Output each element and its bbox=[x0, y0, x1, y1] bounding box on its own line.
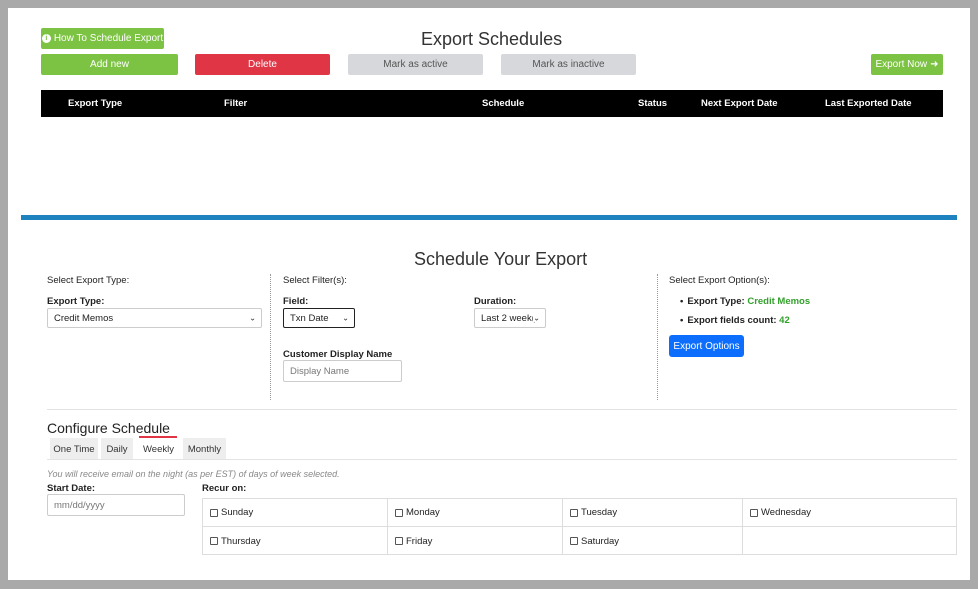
option-fields-count-label: Export fields count: bbox=[687, 315, 777, 326]
tabs-baseline bbox=[47, 459, 957, 460]
checkbox-icon[interactable] bbox=[395, 537, 403, 545]
how-to-schedule-label: How To Schedule Export bbox=[53, 33, 164, 44]
page-title: Export Schedules bbox=[421, 29, 563, 49]
customer-placeholder: Display Name bbox=[290, 365, 350, 377]
checkbox-icon[interactable] bbox=[570, 537, 578, 545]
configure-divider bbox=[47, 409, 957, 410]
tab-one-time[interactable]: One Time bbox=[50, 438, 98, 460]
day-tuesday[interactable]: Tuesday bbox=[563, 499, 743, 527]
col-filter[interactable]: Filter bbox=[224, 98, 247, 109]
schedule-note: You will receive email on the night (as … bbox=[47, 469, 340, 479]
day-wednesday[interactable]: Wednesday bbox=[743, 499, 956, 527]
option-export-type: • Export Type: Credit Memos bbox=[680, 296, 811, 307]
filters-section-label: Select Filter(s): bbox=[283, 275, 347, 286]
day-monday[interactable]: Monday bbox=[388, 499, 563, 527]
export-type-select[interactable]: Credit Memos ⌄ bbox=[47, 308, 262, 328]
options-section-label: Select Export Option(s): bbox=[669, 275, 770, 286]
duration-label: Duration: bbox=[474, 296, 517, 307]
recur-on-label: Recur on: bbox=[202, 483, 247, 494]
export-type-section-label: Select Export Type: bbox=[47, 275, 130, 286]
field-value: Txn Date bbox=[290, 312, 329, 324]
customer-display-name-label: Customer Display Name bbox=[283, 349, 393, 360]
day-sunday[interactable]: Sunday bbox=[203, 499, 388, 527]
delete-button[interactable]: Delete bbox=[195, 54, 330, 75]
checkbox-icon[interactable] bbox=[750, 508, 758, 517]
add-new-button[interactable]: Add new bbox=[41, 54, 178, 75]
option-fields-count-value: 42 bbox=[779, 315, 790, 326]
chevron-down-icon: ⌄ bbox=[249, 313, 256, 323]
tab-weekly-underline bbox=[139, 436, 177, 438]
col-status[interactable]: Status bbox=[638, 98, 667, 109]
filter-divider-right bbox=[657, 274, 658, 400]
checkbox-icon[interactable] bbox=[210, 537, 218, 545]
option-export-type-label: Export Type: bbox=[687, 296, 745, 307]
main-panel: i How To Schedule Export Export Schedule… bbox=[8, 8, 970, 580]
mark-inactive-button[interactable]: Mark as inactive bbox=[501, 54, 636, 75]
checkbox-icon[interactable] bbox=[395, 508, 403, 517]
export-type-value: Credit Memos bbox=[54, 312, 114, 324]
tab-monthly[interactable]: Monthly bbox=[183, 438, 226, 460]
duration-value: Last 2 week(s bbox=[481, 312, 540, 324]
export-options-button[interactable]: Export Options bbox=[669, 335, 744, 357]
day-saturday[interactable]: Saturday bbox=[563, 527, 743, 555]
configure-title: Configure Schedule bbox=[47, 420, 170, 436]
export-now-button[interactable]: Export Now ➜ bbox=[871, 54, 943, 75]
duration-select[interactable]: Last 2 week(s ⌄ bbox=[474, 308, 546, 328]
how-to-schedule-button[interactable]: i How To Schedule Export bbox=[41, 28, 164, 49]
day-empty-cell bbox=[743, 527, 956, 555]
col-next-export-date[interactable]: Next Export Date bbox=[701, 98, 778, 109]
option-export-type-value: Credit Memos bbox=[747, 296, 811, 307]
col-schedule[interactable]: Schedule bbox=[482, 98, 524, 109]
checkbox-icon[interactable] bbox=[210, 508, 218, 517]
start-date-placeholder: mm/dd/yyyy bbox=[54, 499, 105, 511]
field-select[interactable]: Txn Date ⌄ bbox=[283, 308, 355, 328]
option-fields-count: • Export fields count: 42 bbox=[680, 315, 790, 326]
section-divider-bar bbox=[21, 215, 957, 220]
col-last-exported-date[interactable]: Last Exported Date bbox=[825, 98, 912, 109]
chevron-down-icon: ⌄ bbox=[533, 313, 540, 323]
arrow-right-icon: ➜ bbox=[930, 59, 939, 70]
day-thursday[interactable]: Thursday bbox=[203, 527, 388, 555]
recur-days-grid: Sunday Monday Tuesday Wednesday Thursday… bbox=[202, 498, 957, 555]
customer-display-name-input[interactable]: Display Name bbox=[283, 360, 402, 382]
schedule-title: Schedule Your Export bbox=[414, 249, 588, 269]
start-date-label: Start Date: bbox=[47, 483, 96, 494]
checkbox-icon[interactable] bbox=[570, 508, 578, 517]
export-type-label: Export Type: bbox=[47, 296, 105, 307]
chevron-down-icon: ⌄ bbox=[342, 313, 349, 323]
col-export-type[interactable]: Export Type bbox=[68, 98, 122, 109]
tab-weekly[interactable]: Weekly bbox=[137, 438, 180, 460]
tab-daily[interactable]: Daily bbox=[101, 438, 133, 460]
start-date-input[interactable]: mm/dd/yyyy bbox=[47, 494, 185, 516]
filter-divider-left bbox=[270, 274, 271, 400]
mark-active-button[interactable]: Mark as active bbox=[348, 54, 483, 75]
info-icon: i bbox=[41, 34, 51, 43]
export-now-label: Export Now bbox=[875, 59, 928, 70]
field-label: Field: bbox=[283, 296, 309, 307]
schedules-table-header: Export Type Filter Schedule Status Next … bbox=[41, 90, 943, 117]
day-friday[interactable]: Friday bbox=[388, 527, 563, 555]
